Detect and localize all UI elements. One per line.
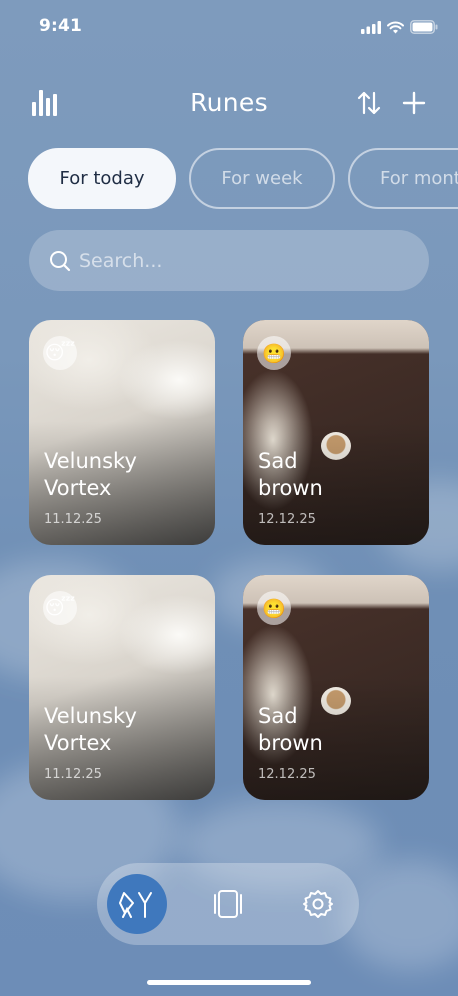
page-title: Runes xyxy=(190,88,268,117)
filter-week[interactable]: For week xyxy=(189,148,335,209)
top-header: Runes xyxy=(0,82,458,126)
status-time: 9:41 xyxy=(39,16,83,36)
mood-emoji: 😴 xyxy=(43,336,77,370)
rune-card[interactable]: 😬 Sad brown 12.12.25 xyxy=(243,320,429,545)
add-button[interactable] xyxy=(398,86,430,120)
home-indicator xyxy=(147,980,311,985)
card-title: Sad brown xyxy=(258,449,323,500)
mood-emoji: 😬 xyxy=(257,336,291,370)
card-title: Velunsky Vortex xyxy=(44,449,137,500)
rune-card[interactable]: 😬 Sad brown 12.12.25 xyxy=(243,575,429,800)
period-filters: For today For week For month xyxy=(28,148,458,210)
card-title: Velunsky Vortex xyxy=(44,704,137,755)
cards-icon xyxy=(214,890,242,918)
signal-icon xyxy=(361,20,381,34)
wifi-icon xyxy=(387,21,404,33)
filter-month[interactable]: For month xyxy=(348,148,458,209)
plus-icon xyxy=(402,91,426,115)
card-date: 11.12.25 xyxy=(44,512,102,527)
tab-runes[interactable] xyxy=(107,874,167,934)
bottom-tab-bar xyxy=(97,863,359,945)
search-icon xyxy=(50,250,71,271)
sort-arrows-icon xyxy=(357,91,381,115)
rune-card[interactable]: 😴 Velunsky Vortex 11.12.25 xyxy=(29,575,215,800)
card-title: Sad brown xyxy=(258,704,323,755)
rune-card[interactable]: 😴 Velunsky Vortex 11.12.25 xyxy=(29,320,215,545)
search-input[interactable]: Search... xyxy=(79,250,162,272)
filter-today[interactable]: For today xyxy=(28,148,176,209)
sort-button[interactable] xyxy=(353,86,385,120)
system-icons xyxy=(361,20,438,34)
runes-icon xyxy=(119,892,152,918)
status-bar: 9:41 xyxy=(0,0,458,56)
battery-icon xyxy=(410,20,438,34)
tab-cards[interactable] xyxy=(198,874,258,934)
card-date: 12.12.25 xyxy=(258,512,316,527)
mood-emoji: 😴 xyxy=(43,591,77,625)
mood-emoji: 😬 xyxy=(257,591,291,625)
gear-icon xyxy=(303,890,333,918)
card-date: 11.12.25 xyxy=(44,767,102,782)
tab-settings[interactable] xyxy=(288,874,348,934)
search-bar[interactable]: Search... xyxy=(29,230,429,291)
card-date: 12.12.25 xyxy=(258,767,316,782)
